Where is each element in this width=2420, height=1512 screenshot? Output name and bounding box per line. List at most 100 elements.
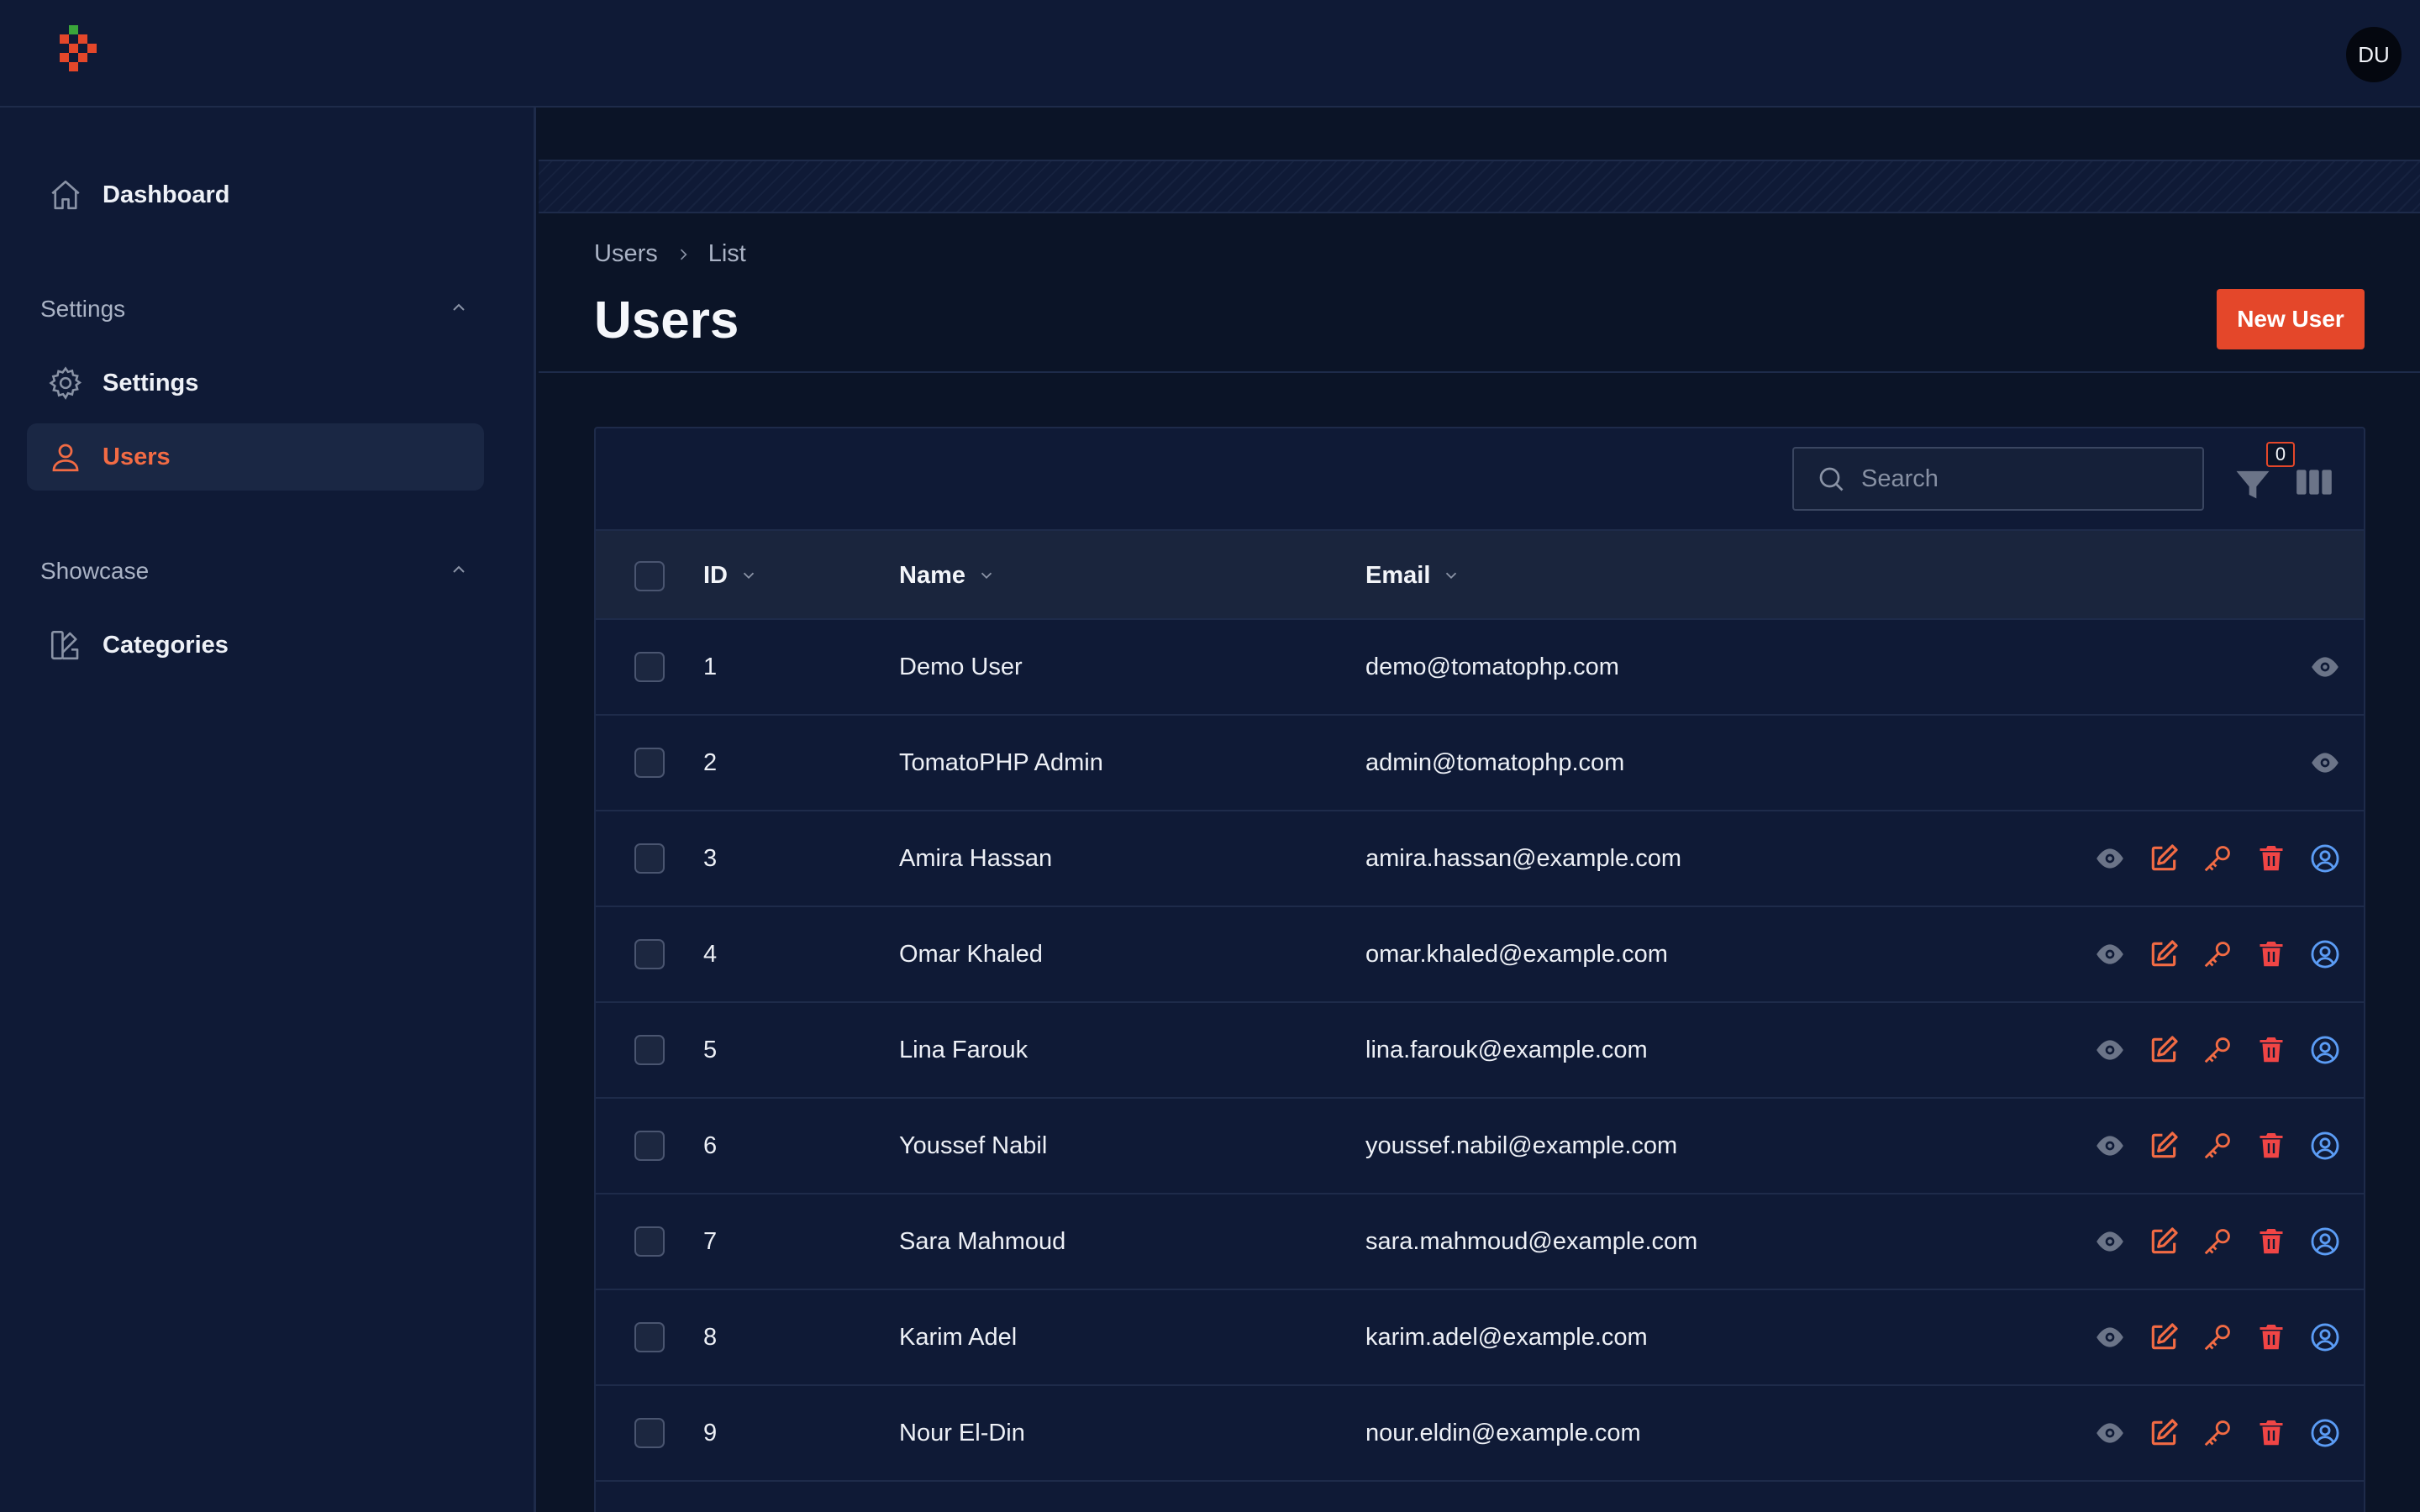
impersonate-icon[interactable] bbox=[2308, 842, 2342, 875]
cell-name: Sara Mahmoud bbox=[899, 1227, 1066, 1255]
table-row[interactable]: 1 Demo User demo@tomatophp.com bbox=[596, 620, 2364, 716]
chevron-right-icon bbox=[675, 246, 692, 263]
table-row[interactable]: 9 Nour El-Din nour.eldin@example.com bbox=[596, 1386, 2364, 1482]
row-checkbox[interactable] bbox=[634, 939, 665, 969]
impersonate-icon[interactable] bbox=[2308, 1129, 2342, 1163]
view-icon[interactable] bbox=[2093, 1320, 2127, 1354]
edit-icon[interactable] bbox=[2147, 1129, 2181, 1163]
impersonate-icon[interactable] bbox=[2308, 1320, 2342, 1354]
row-checkbox[interactable] bbox=[634, 1226, 665, 1257]
cell-email: lina.farouk@example.com bbox=[1365, 1036, 1648, 1063]
top-banner bbox=[539, 108, 2420, 161]
filter-button[interactable] bbox=[2231, 460, 2275, 507]
key-icon[interactable] bbox=[2201, 937, 2234, 971]
table-row[interactable]: 2 TomatoPHP Admin admin@tomatophp.com bbox=[596, 716, 2364, 811]
nav-group-settings[interactable]: Settings bbox=[40, 291, 469, 328]
edit-icon[interactable] bbox=[2147, 1033, 2181, 1067]
trash-icon[interactable] bbox=[2254, 1416, 2288, 1450]
view-icon[interactable] bbox=[2093, 1225, 2127, 1258]
trash-icon[interactable] bbox=[2254, 937, 2288, 971]
table-row[interactable]: 3 Amira Hassan amira.hassan@example.com bbox=[596, 811, 2364, 907]
edit-icon[interactable] bbox=[2147, 1320, 2181, 1354]
column-header-name[interactable]: Name bbox=[899, 531, 996, 620]
edit-icon[interactable] bbox=[2147, 842, 2181, 875]
impersonate-icon[interactable] bbox=[2308, 1416, 2342, 1450]
cell-name: Amira Hassan bbox=[899, 844, 1053, 872]
table-toolbar: 0 bbox=[596, 428, 2364, 531]
view-icon[interactable] bbox=[2093, 842, 2127, 875]
view-icon[interactable] bbox=[2308, 650, 2342, 684]
cell-id: 4 bbox=[703, 940, 718, 968]
cell-id: 6 bbox=[703, 1131, 718, 1159]
view-icon[interactable] bbox=[2093, 1129, 2127, 1163]
table-row[interactable]: 5 Lina Farouk lina.farouk@example.com bbox=[596, 1003, 2364, 1099]
sidebar-item-users[interactable]: Users bbox=[27, 423, 484, 491]
columns-toggle-button[interactable] bbox=[2293, 464, 2335, 501]
search-input[interactable] bbox=[1861, 465, 2181, 493]
impersonate-icon[interactable] bbox=[2308, 1033, 2342, 1067]
chevron-down-icon bbox=[977, 566, 996, 585]
view-icon[interactable] bbox=[2093, 937, 2127, 971]
trash-icon[interactable] bbox=[2254, 1033, 2288, 1067]
cell-email: youssef.nabil@example.com bbox=[1365, 1131, 1678, 1159]
row-checkbox[interactable] bbox=[634, 1035, 665, 1065]
cell-name: Nour El-Din bbox=[899, 1419, 1025, 1446]
edit-icon[interactable] bbox=[2147, 937, 2181, 971]
cell-name: TomatoPHP Admin bbox=[899, 748, 1103, 776]
table-row[interactable]: 6 Youssef Nabil youssef.nabil@example.co… bbox=[596, 1099, 2364, 1194]
cell-email: sara.mahmoud@example.com bbox=[1365, 1227, 1698, 1255]
table-row[interactable]: 7 Sara Mahmoud sara.mahmoud@example.com bbox=[596, 1194, 2364, 1290]
row-actions bbox=[2093, 1099, 2342, 1193]
trash-icon[interactable] bbox=[2254, 1320, 2288, 1354]
row-checkbox[interactable] bbox=[634, 748, 665, 778]
trash-icon[interactable] bbox=[2254, 842, 2288, 875]
user-avatar[interactable]: DU bbox=[2346, 27, 2402, 82]
key-icon[interactable] bbox=[2201, 1225, 2234, 1258]
table-row[interactable]: 8 Karim Adel karim.adel@example.com bbox=[596, 1290, 2364, 1386]
key-icon[interactable] bbox=[2201, 1320, 2234, 1354]
key-icon[interactable] bbox=[2201, 1129, 2234, 1163]
column-header-email[interactable]: Email bbox=[1365, 531, 1460, 620]
column-header-id[interactable]: ID bbox=[703, 531, 758, 620]
row-checkbox[interactable] bbox=[634, 1131, 665, 1161]
view-icon[interactable] bbox=[2093, 1416, 2127, 1450]
search-icon bbox=[1816, 464, 1846, 494]
row-checkbox[interactable] bbox=[634, 1322, 665, 1352]
new-user-button[interactable]: New User bbox=[2217, 289, 2365, 349]
trash-icon[interactable] bbox=[2254, 1129, 2288, 1163]
page-title: Users bbox=[594, 291, 739, 349]
row-actions bbox=[2093, 1194, 2342, 1289]
key-icon[interactable] bbox=[2201, 1416, 2234, 1450]
row-checkbox[interactable] bbox=[634, 843, 665, 874]
view-icon[interactable] bbox=[2308, 746, 2342, 780]
trash-icon[interactable] bbox=[2254, 1225, 2288, 1258]
cell-email: admin@tomatophp.com bbox=[1365, 748, 1625, 776]
row-checkbox[interactable] bbox=[634, 652, 665, 682]
row-checkbox[interactable] bbox=[634, 1418, 665, 1448]
view-icon[interactable] bbox=[2093, 1033, 2127, 1067]
nav-group-showcase[interactable]: Showcase bbox=[40, 553, 469, 590]
top-bar: DU bbox=[0, 0, 2420, 108]
edit-icon[interactable] bbox=[2147, 1225, 2181, 1258]
breadcrumb-root[interactable]: Users bbox=[594, 240, 658, 268]
cell-id: 1 bbox=[703, 653, 718, 680]
edit-icon[interactable] bbox=[2147, 1416, 2181, 1450]
filter-icon bbox=[2236, 470, 2270, 499]
key-icon[interactable] bbox=[2201, 842, 2234, 875]
table-row[interactable]: 4 Omar Khaled omar.khaled@example.com bbox=[596, 907, 2364, 1003]
filter-count-badge: 0 bbox=[2266, 442, 2295, 467]
brand-logo[interactable] bbox=[55, 25, 106, 84]
sidebar-item-categories[interactable]: Categories bbox=[27, 612, 484, 679]
impersonate-icon[interactable] bbox=[2308, 1225, 2342, 1258]
key-icon[interactable] bbox=[2201, 1033, 2234, 1067]
sidebar-item-dashboard[interactable]: Dashboard bbox=[27, 161, 484, 228]
nav-group-label: Showcase bbox=[40, 558, 150, 584]
home-icon bbox=[32, 177, 99, 213]
swatch-icon bbox=[32, 627, 99, 663]
cell-email: omar.khaled@example.com bbox=[1365, 940, 1668, 968]
cell-id: 3 bbox=[703, 844, 718, 872]
impersonate-icon[interactable] bbox=[2308, 937, 2342, 971]
sidebar-item-settings[interactable]: Settings bbox=[27, 349, 484, 417]
users-table: 0 ID Name bbox=[594, 427, 2365, 1512]
select-all-checkbox[interactable] bbox=[634, 561, 665, 591]
